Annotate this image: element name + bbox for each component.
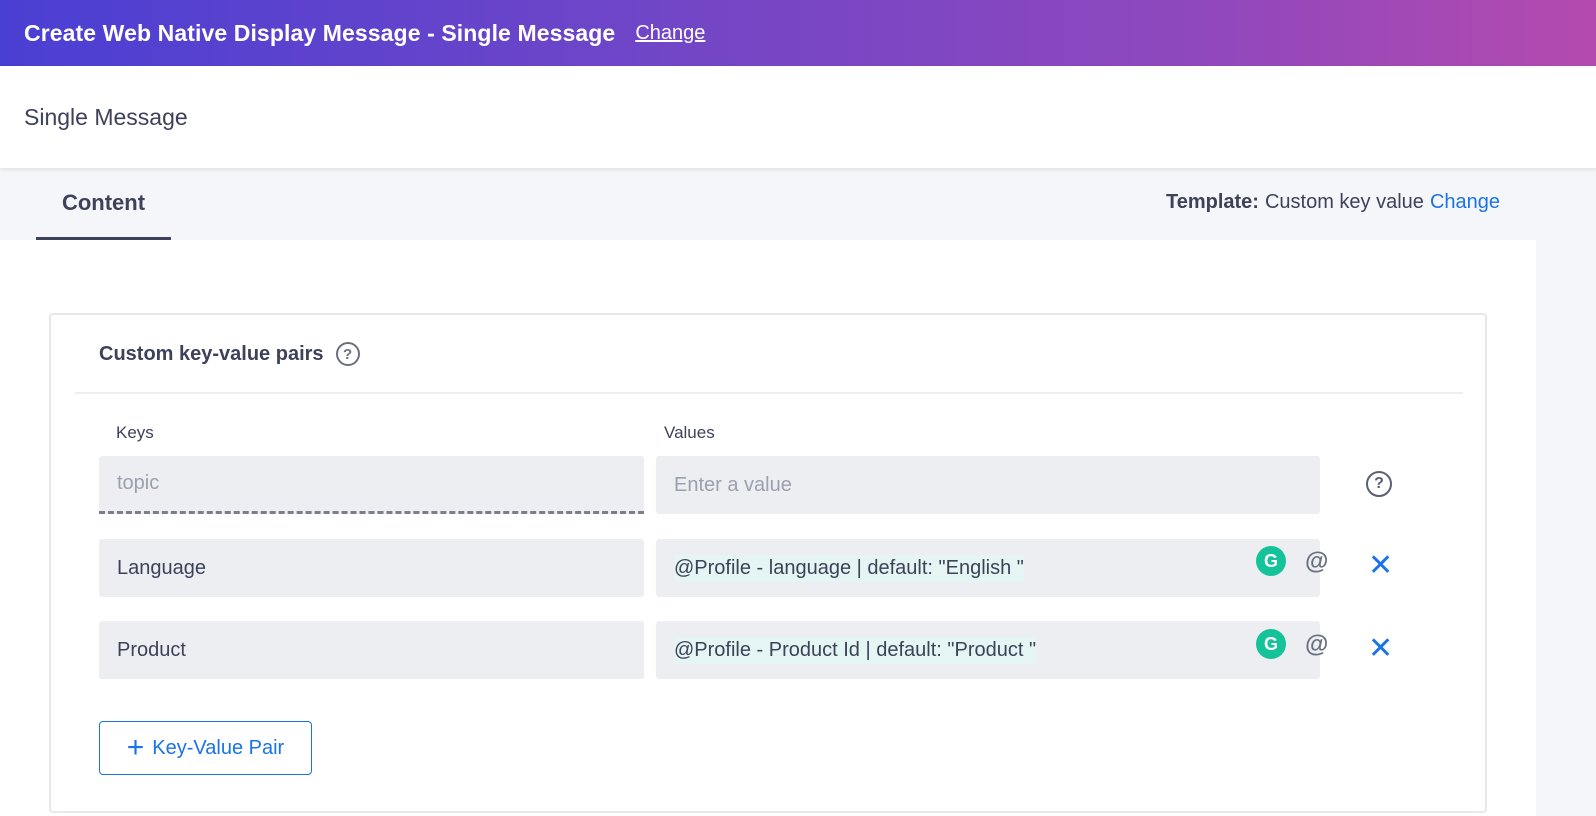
value-input[interactable]: @Profile - Product Id | default: "Produc… — [656, 621, 1320, 679]
key-input[interactable]: Language — [99, 539, 644, 597]
divider — [75, 392, 1463, 394]
key-input[interactable]: Product — [99, 621, 644, 679]
value-input[interactable]: @Profile - language | default: "English … — [656, 539, 1320, 597]
key-placeholder: topic — [117, 472, 160, 494]
help-icon[interactable]: ? — [1366, 471, 1392, 497]
keys-column-label: Keys — [116, 423, 154, 442]
card-title: Custom key-value pairs — [99, 342, 324, 365]
close-icon[interactable]: ✕ — [1368, 551, 1393, 581]
plus-icon: + — [126, 731, 145, 764]
template-value: Custom key value — [1264, 190, 1424, 213]
value-text: @Profile - Product Id | default: "Produc… — [674, 636, 1037, 664]
section-title: Single Message — [24, 103, 188, 130]
new-value-input[interactable]: Enter a value — [656, 456, 1320, 514]
add-key-value-pair-button[interactable]: + Key-Value Pair — [99, 721, 312, 775]
template-info: Template: Custom key value Change — [1166, 168, 1500, 236]
change-message-type-link[interactable]: Change — [635, 22, 705, 45]
page-title: Create Web Native Display Message - Sing… — [24, 19, 616, 46]
at-mention-icon[interactable]: @ — [1305, 548, 1328, 576]
grammarly-icon[interactable]: G — [1256, 629, 1286, 659]
new-key-input[interactable]: topic — [99, 456, 644, 514]
value-placeholder: Enter a value — [674, 473, 792, 496]
values-column-label: Values — [664, 423, 715, 442]
key-value-text: Product — [117, 638, 186, 661]
template-label: Template: — [1165, 190, 1259, 213]
right-gutter — [1536, 168, 1596, 816]
tab-content[interactable]: Content — [36, 168, 171, 240]
at-mention-icon[interactable]: @ — [1305, 631, 1328, 659]
top-bar: Create Web Native Display Message - Sing… — [0, 0, 1596, 66]
sub-header: Single Message — [0, 66, 1596, 168]
key-value-card: Custom key-value pairs ? Keys Values top… — [49, 313, 1487, 813]
help-icon[interactable]: ? — [335, 342, 360, 366]
close-icon[interactable]: ✕ — [1368, 634, 1393, 664]
tab-bar: Content Template: Custom key value Chang… — [0, 168, 1536, 240]
value-text: @Profile - language | default: "English … — [674, 554, 1024, 582]
key-value-text: Language — [117, 556, 206, 579]
change-template-link[interactable]: Change — [1430, 191, 1500, 214]
grammarly-icon[interactable]: G — [1256, 546, 1286, 576]
add-button-label: Key-Value Pair — [152, 736, 285, 759]
card-header: Custom key-value pairs ? — [99, 339, 360, 369]
